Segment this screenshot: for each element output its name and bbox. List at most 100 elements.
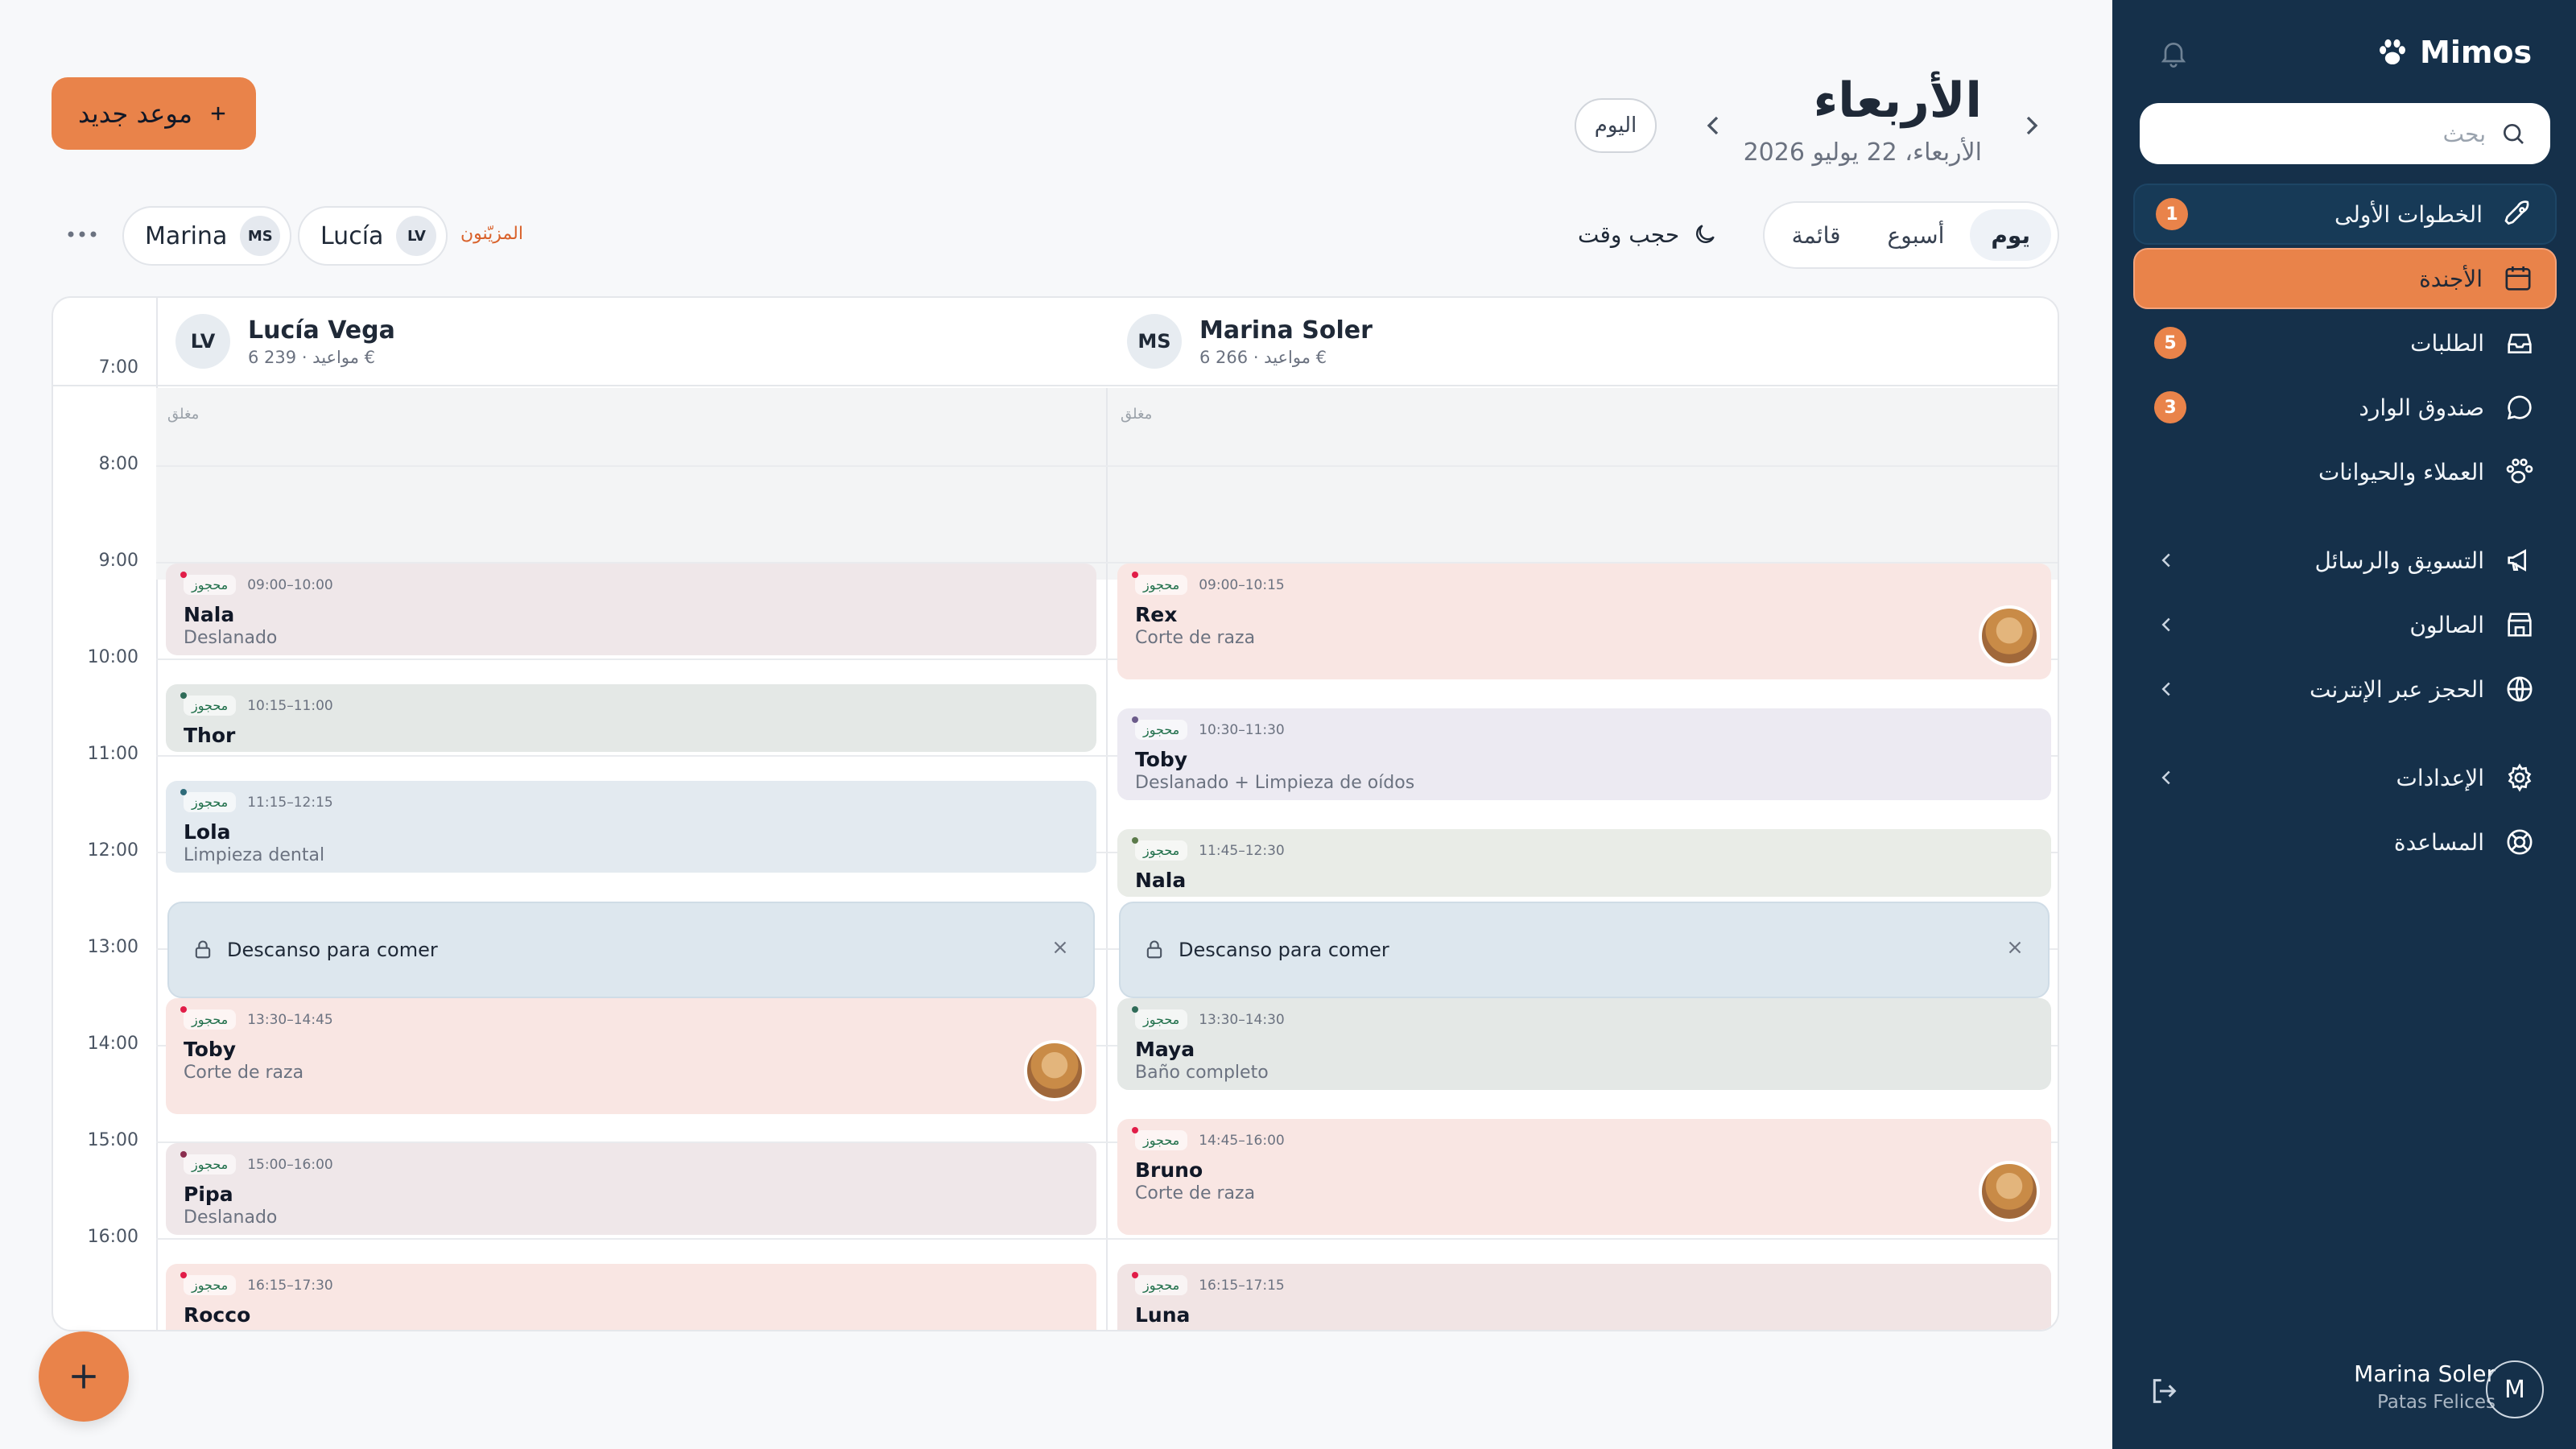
- chevron-left-icon[interactable]: [1697, 109, 1729, 142]
- appointment-card[interactable]: محجوز 13:30–14:45 Toby Corte de raza: [166, 998, 1096, 1114]
- time-label: 14:00: [87, 1034, 138, 1054]
- tab-week[interactable]: أسبوع: [1867, 209, 1966, 261]
- appointment-card[interactable]: محجوز 15:00–16:00 Pipa Deslanado: [166, 1143, 1096, 1235]
- lunch-break-block[interactable]: Descanso para comer: [167, 902, 1095, 998]
- time-label: 7:00: [98, 357, 138, 378]
- sidebar-item-clients[interactable]: العملاء والحيوانات: [2133, 441, 2557, 502]
- sidebar-item-salon[interactable]: الصالون: [2133, 594, 2557, 655]
- sidebar-item-marketing[interactable]: التسويق والرسائل: [2133, 530, 2557, 591]
- search-icon: [2504, 124, 2524, 144]
- appointment-card[interactable]: محجوز 14:45–16:00 Bruno Corte de raza: [1117, 1119, 2051, 1235]
- page-date: الأربعاء، 22 يوليو 2026: [1743, 138, 1982, 167]
- appointment-card[interactable]: محجوز 13:30–14:30 Maya Baño completo: [1117, 998, 2051, 1090]
- user-name: Marina Soler: [2354, 1360, 2496, 1387]
- chevron-left-icon[interactable]: [2154, 766, 2178, 790]
- appointment-time: 14:45–16:00: [1199, 1132, 1285, 1149]
- service-name: Corte de raza: [184, 1063, 304, 1083]
- view-switcher: يوم أسبوع قائمة: [1763, 201, 2059, 269]
- brand-logo[interactable]: Mimos: [2375, 32, 2532, 72]
- tab-day[interactable]: يوم: [1970, 209, 2051, 261]
- sidebar-item-settings[interactable]: الإعدادات: [2133, 747, 2557, 808]
- staff-chip-lucia[interactable]: Lucía LV: [298, 206, 448, 266]
- sidebar-item-agenda[interactable]: الأجندة: [2133, 248, 2557, 309]
- time-label: 15:00: [87, 1130, 138, 1150]
- pet-name: Pipa: [184, 1183, 233, 1206]
- chevron-left-icon[interactable]: [2154, 677, 2178, 701]
- paw-outline-icon: [2506, 458, 2533, 484]
- sidebar-item-inbox[interactable]: صندوق الوارد 3: [2133, 377, 2557, 438]
- rocket-icon: [2504, 200, 2529, 225]
- sidebar-item-online-booking[interactable]: الحجز عبر الإنترنت: [2133, 658, 2557, 720]
- schedule-body: مغلق مغلق محجوز 09:00–10:00 Nala Deslanado م…: [156, 388, 2058, 1330]
- more-options-icon[interactable]: [64, 222, 100, 246]
- add-fab-button[interactable]: [39, 1331, 129, 1422]
- staff-chip-marina[interactable]: Marina MS: [122, 206, 292, 266]
- staff-filter-label: المزيّنون: [460, 224, 523, 244]
- lunch-break-block[interactable]: Descanso para comer: [1119, 902, 2050, 998]
- appointment-time: 10:15–11:00: [247, 697, 333, 714]
- appointment-time: 09:00–10:15: [1199, 576, 1285, 593]
- search-input[interactable]: بحث: [2140, 103, 2550, 164]
- sidebar-item-getting-started[interactable]: الخطوات الأولى 1: [2133, 184, 2557, 245]
- appointment-card[interactable]: محجوز 11:15–12:15 Lola Limpieza dental: [166, 781, 1096, 873]
- block-time-button[interactable]: حجب وقت: [1578, 214, 1718, 254]
- staff-stats: 6 مواعيد · 239 €: [248, 347, 376, 367]
- pet-photo: [1024, 1040, 1085, 1101]
- time-label: 16:00: [87, 1227, 138, 1247]
- search-placeholder: بحث: [2442, 120, 2486, 147]
- bell-icon[interactable]: [2157, 37, 2190, 69]
- sidebar-item-label: الأجندة: [2419, 265, 2483, 292]
- appointment-card[interactable]: محجوز 16:15–17:15 Luna: [1117, 1264, 2051, 1330]
- appointment-card[interactable]: محجوز 10:15–11:00 Thor: [166, 684, 1096, 752]
- staff-chip-name: Marina: [145, 221, 228, 250]
- logout-icon[interactable]: [2148, 1375, 2180, 1407]
- status-badge: محجوز: [180, 692, 237, 716]
- lunch-break-label: Descanso para comer: [227, 939, 438, 961]
- appointment-card[interactable]: محجوز 10:30–11:30 Toby Deslanado + Limpieza…: [1117, 708, 2051, 800]
- tray-icon: [2508, 333, 2532, 353]
- sidebar-item-help[interactable]: المساعدة: [2133, 811, 2557, 873]
- lock-icon: [195, 940, 211, 959]
- appointment-card[interactable]: محجوز 09:00–10:00 Nala Deslanado: [166, 564, 1096, 655]
- status-badge: محجوز: [180, 1272, 237, 1295]
- sidebar-item-label: الخطوات الأولى: [2334, 200, 2483, 228]
- staff-column-header: LV Lucía Vega 6 مواعيد · 239 €: [156, 298, 1108, 386]
- new-appointment-button[interactable]: موعد جديد: [52, 77, 256, 150]
- close-icon[interactable]: [1050, 937, 1071, 958]
- status-badge: محجوز: [1131, 837, 1188, 861]
- hour-gridline: [156, 1238, 2058, 1240]
- moon-icon: [1696, 225, 1715, 243]
- appointment-time: 10:30–11:30: [1199, 721, 1285, 738]
- service-name: Deslanado: [184, 1208, 278, 1228]
- appointment-time: 11:45–12:30: [1199, 842, 1285, 859]
- service-name: Deslanado: [184, 628, 278, 648]
- calendar-grid: LV Lucía Vega 6 مواعيد · 239 € MS Marina…: [52, 296, 2059, 1331]
- megaphone-icon: [2508, 549, 2526, 572]
- column-divider: [1106, 388, 1108, 1330]
- sidebar-item-label: صندوق الوارد: [2359, 394, 2484, 421]
- tab-list[interactable]: قائمة: [1771, 209, 1862, 261]
- today-button[interactable]: اليوم: [1575, 98, 1657, 153]
- appointment-card[interactable]: محجوز 09:00–10:15 Rex Corte de raza: [1117, 564, 2051, 679]
- paw-icon: [2380, 39, 2405, 65]
- avatar[interactable]: M: [2486, 1360, 2544, 1418]
- status-badge: محجوز: [1131, 572, 1188, 595]
- count-badge: 5: [2154, 327, 2186, 359]
- sidebar-item-label: التسويق والرسائل: [2314, 547, 2484, 574]
- appointment-card[interactable]: محجوز 16:15–17:30 Rocco: [166, 1264, 1096, 1330]
- sidebar-item-orders[interactable]: الطلبات 5: [2133, 312, 2557, 374]
- close-icon[interactable]: [2004, 937, 2025, 958]
- appointment-time: 09:00–10:00: [247, 576, 333, 593]
- closed-label: مغلق: [1121, 406, 1153, 423]
- chevron-right-icon[interactable]: [2016, 109, 2048, 142]
- plus-icon: [72, 1364, 96, 1389]
- hour-gridline: [156, 465, 2058, 467]
- appointment-card[interactable]: محجوز 11:45–12:30 Nala: [1117, 829, 2051, 897]
- staff-chip-initials: LV: [396, 216, 437, 256]
- user-profile[interactable]: Marina Soler Patas Felices: [2334, 1360, 2496, 1413]
- status-badge: محجوز: [180, 789, 237, 812]
- chevron-left-icon[interactable]: [2154, 548, 2178, 572]
- chevron-left-icon[interactable]: [2154, 613, 2178, 637]
- pet-name: Rex: [1135, 603, 1178, 626]
- staff-chip-name: Lucía: [320, 221, 384, 250]
